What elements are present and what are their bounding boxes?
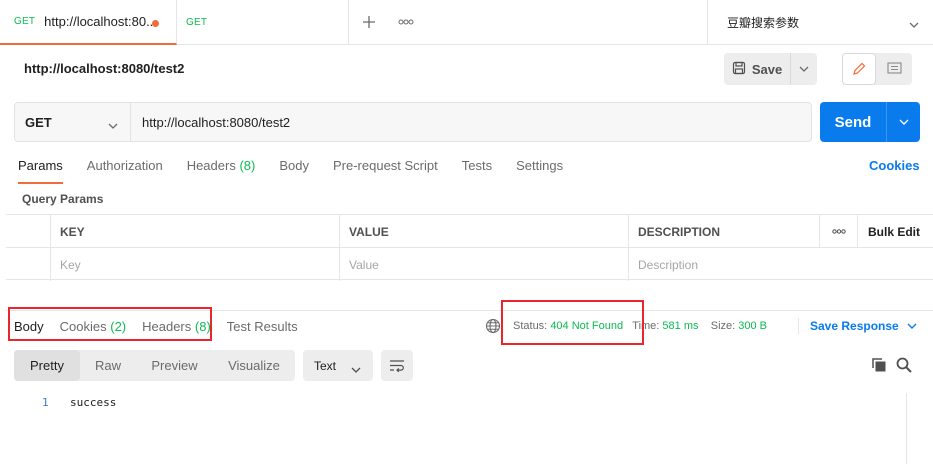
query-params-table: KEY VALUE DESCRIPTION Bulk Edit Key Valu… (6, 214, 933, 281)
view-mode-pretty[interactable]: Pretty (14, 350, 80, 381)
comment-icon (886, 62, 902, 74)
tab-label: Authorization (86, 158, 163, 173)
tab-count: (8) (239, 158, 256, 173)
query-params-title: Query Params (22, 192, 104, 206)
method-select[interactable]: GET (15, 103, 131, 141)
response-tab-test-results[interactable]: Test Results (227, 319, 298, 341)
tab-label: Body (279, 158, 309, 173)
tab-authorization[interactable]: Authorization (87, 158, 163, 184)
tab-title: http://localhost:80... (44, 14, 157, 29)
tab-method: GET (186, 17, 208, 28)
tab-pre-request-script[interactable]: Pre-request Script (333, 158, 438, 184)
tab-label: Settings (516, 158, 564, 173)
request-tab-1[interactable]: GET http://localhost:80... (0, 0, 177, 45)
new-tab-plus-icon[interactable] (357, 10, 381, 34)
save-response-button[interactable]: Save Response (810, 319, 917, 333)
time-value[interactable]: 581 ms (662, 320, 698, 332)
more-tabs-icon[interactable] (394, 10, 418, 34)
tab-tests[interactable]: Tests (462, 158, 492, 184)
send-options-button[interactable] (887, 102, 920, 142)
save-response-label: Save Response (810, 319, 899, 333)
value-input[interactable]: Value (339, 248, 628, 281)
checkbox-column-header (6, 215, 50, 248)
view-mode-raw[interactable]: Raw (80, 350, 136, 381)
key-input[interactable]: Key (50, 248, 339, 281)
request-tab-2[interactable]: GET (177, 0, 349, 45)
response-body-line[interactable]: success (70, 396, 116, 409)
format-select[interactable]: Text (303, 350, 373, 381)
send-group: Send (820, 102, 920, 142)
chevron-down-icon (909, 17, 919, 31)
send-button[interactable]: Send (820, 102, 887, 142)
size-label: Size: (710, 320, 736, 332)
cookies-link[interactable]: Cookies (869, 158, 920, 173)
edit-pencil-button[interactable] (842, 53, 876, 85)
value-column-header: VALUE (339, 215, 628, 248)
request-tabs: Params Authorization Headers (8) Body Pr… (18, 158, 587, 184)
environment-name: 豆瓣搜索参数 (727, 16, 800, 30)
bulk-edit-button[interactable]: Bulk Edit (857, 215, 933, 248)
save-button[interactable]: Save (724, 53, 791, 85)
chevron-down-icon (907, 323, 917, 329)
tab-label: Headers (186, 158, 236, 173)
key-column-header: KEY (50, 215, 339, 248)
view-toggle-group (842, 53, 912, 85)
highlight-box-status (501, 300, 644, 345)
view-mode-visualize[interactable]: Visualize (213, 350, 295, 381)
save-label: Save (751, 61, 783, 77)
wrap-lines-button[interactable] (381, 350, 413, 381)
globe-icon[interactable] (485, 318, 501, 337)
tab-method: GET (14, 16, 36, 27)
unsaved-dot-icon (152, 20, 159, 27)
tab-label: Pre-request Script (332, 158, 438, 173)
chevron-down-icon (799, 66, 809, 72)
row-checkbox-cell (6, 248, 50, 281)
tab-settings[interactable]: Settings (516, 158, 563, 184)
chevron-down-icon (351, 362, 361, 376)
save-group: Save (724, 53, 817, 85)
view-mode-preview[interactable]: Preview (136, 350, 213, 381)
table-row: Key Value Description (6, 248, 933, 281)
wrap-icon (390, 359, 404, 372)
vertical-scrollbar[interactable] (906, 393, 907, 464)
tab-label: Params (18, 158, 63, 173)
description-column-header: DESCRIPTION (628, 215, 819, 248)
tab-params[interactable]: Params (18, 158, 63, 184)
pencil-icon (853, 62, 866, 75)
tab-body[interactable]: Body (279, 158, 309, 184)
column-options-icon[interactable] (819, 215, 857, 248)
copy-icon[interactable] (871, 357, 887, 376)
url-input[interactable] (131, 103, 811, 141)
body-view-modes: Pretty Raw Preview Visualize (14, 350, 295, 381)
line-number: 1 (42, 396, 49, 409)
divider (798, 318, 799, 334)
comments-button[interactable] (876, 53, 912, 85)
request-name[interactable]: http://localhost:8080/test2 (24, 61, 184, 76)
url-bar: GET (14, 102, 812, 142)
search-icon[interactable] (896, 357, 912, 376)
chevron-down-icon (899, 119, 908, 125)
method-label: GET (25, 114, 52, 130)
highlight-box-response-tabs (8, 307, 212, 341)
tab-headers[interactable]: Headers (8) (187, 158, 256, 184)
description-input[interactable]: Description (628, 248, 933, 281)
tab-label: Tests (461, 158, 493, 173)
chevron-down-icon (108, 117, 118, 132)
environment-selector[interactable]: 豆瓣搜索参数 (707, 0, 933, 45)
size-value[interactable]: 300 B (738, 320, 767, 332)
save-options-button[interactable] (791, 53, 817, 85)
tab-bar: GET http://localhost:80... GET 豆瓣搜索参数 (0, 0, 933, 45)
tab-label: Test Results (226, 319, 298, 334)
format-label: Text (314, 358, 337, 373)
save-icon (732, 61, 746, 78)
table-header-row: KEY VALUE DESCRIPTION Bulk Edit (6, 215, 933, 248)
